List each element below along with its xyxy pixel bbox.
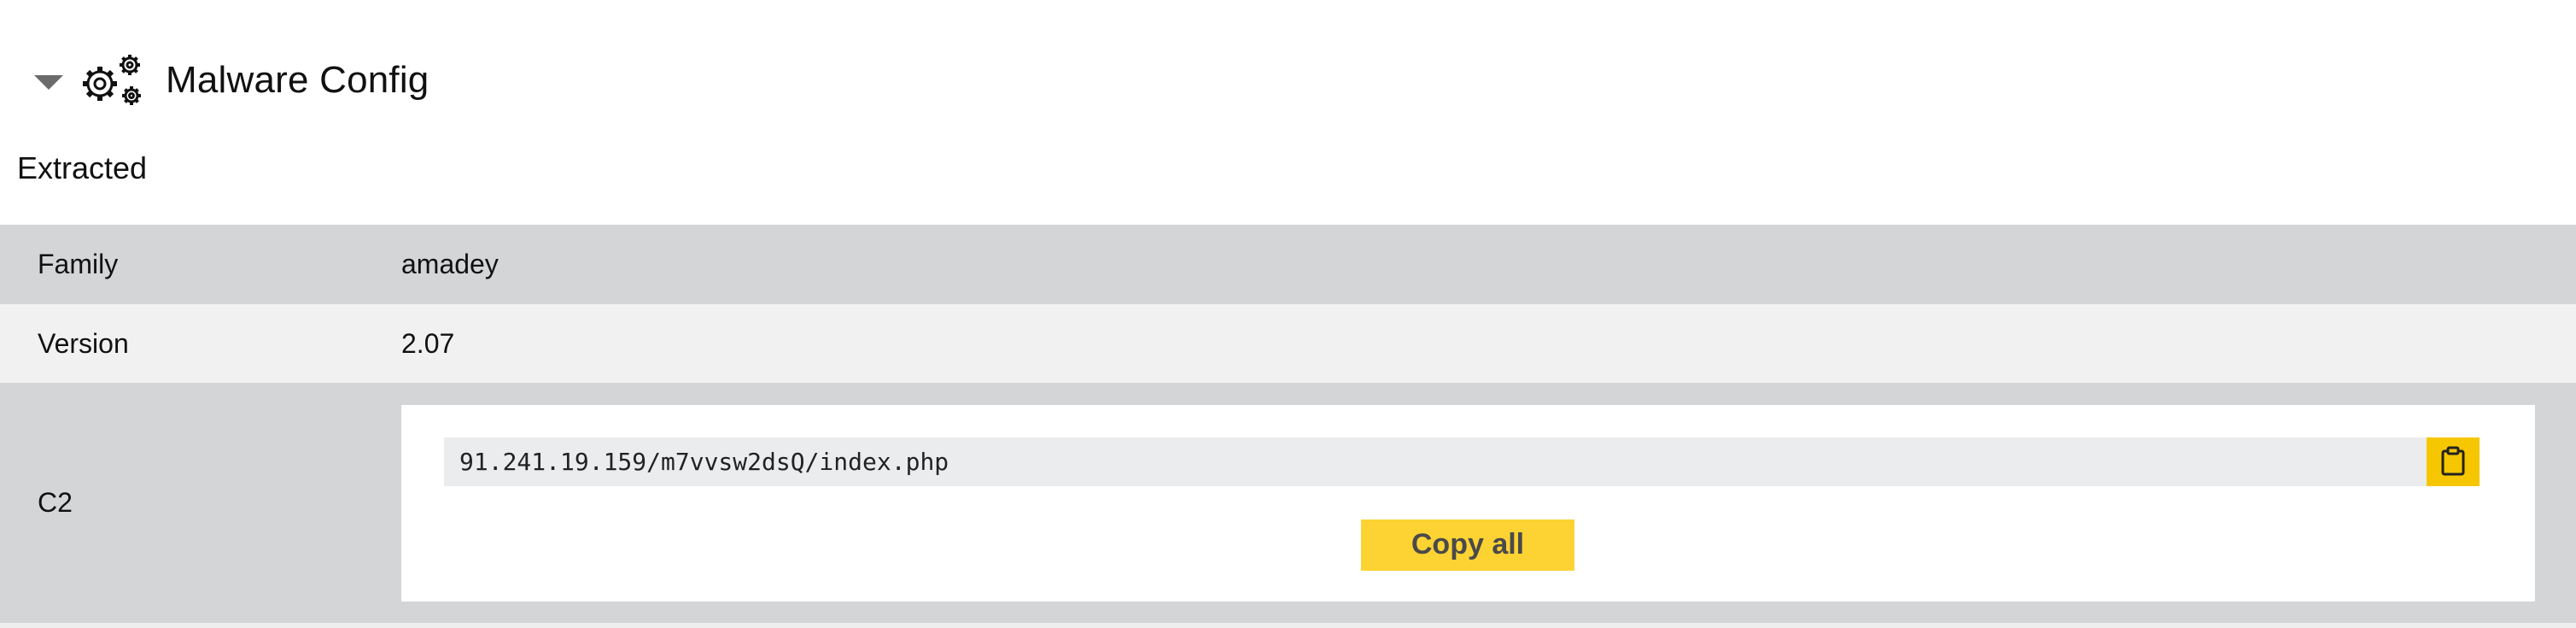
config-value: amadey bbox=[401, 249, 499, 279]
config-value: 2.07 bbox=[401, 327, 455, 359]
config-table: Family amadey Version 2.07 C2 91.241.19.… bbox=[0, 225, 2576, 623]
c2-entry[interactable]: 91.241.19.159/m7vvsw2dsQ/index.php bbox=[444, 437, 2454, 486]
config-key: Family bbox=[38, 249, 119, 279]
copy-all-button[interactable]: Copy all bbox=[1361, 519, 1574, 571]
config-row-c2: C2 91.241.19.159/m7vvsw2dsQ/index.php Co… bbox=[0, 383, 2576, 623]
caret-down-icon[interactable] bbox=[34, 74, 63, 90]
config-row-version: Version 2.07 bbox=[0, 304, 2576, 383]
section-header: Malware Config bbox=[34, 48, 429, 113]
config-key: Version bbox=[38, 327, 129, 359]
section-subtitle: Extracted bbox=[17, 150, 148, 185]
c2-panel: 91.241.19.159/m7vvsw2dsQ/index.php Copy … bbox=[401, 404, 2535, 602]
config-key: C2 bbox=[38, 487, 73, 518]
clipboard-icon bbox=[2441, 446, 2465, 476]
copy-entry-button[interactable] bbox=[2427, 437, 2480, 486]
gears-icon bbox=[83, 55, 141, 105]
divider bbox=[0, 623, 2576, 628]
section-title: Malware Config bbox=[166, 59, 429, 101]
config-row-family: Family amadey bbox=[0, 225, 2576, 304]
